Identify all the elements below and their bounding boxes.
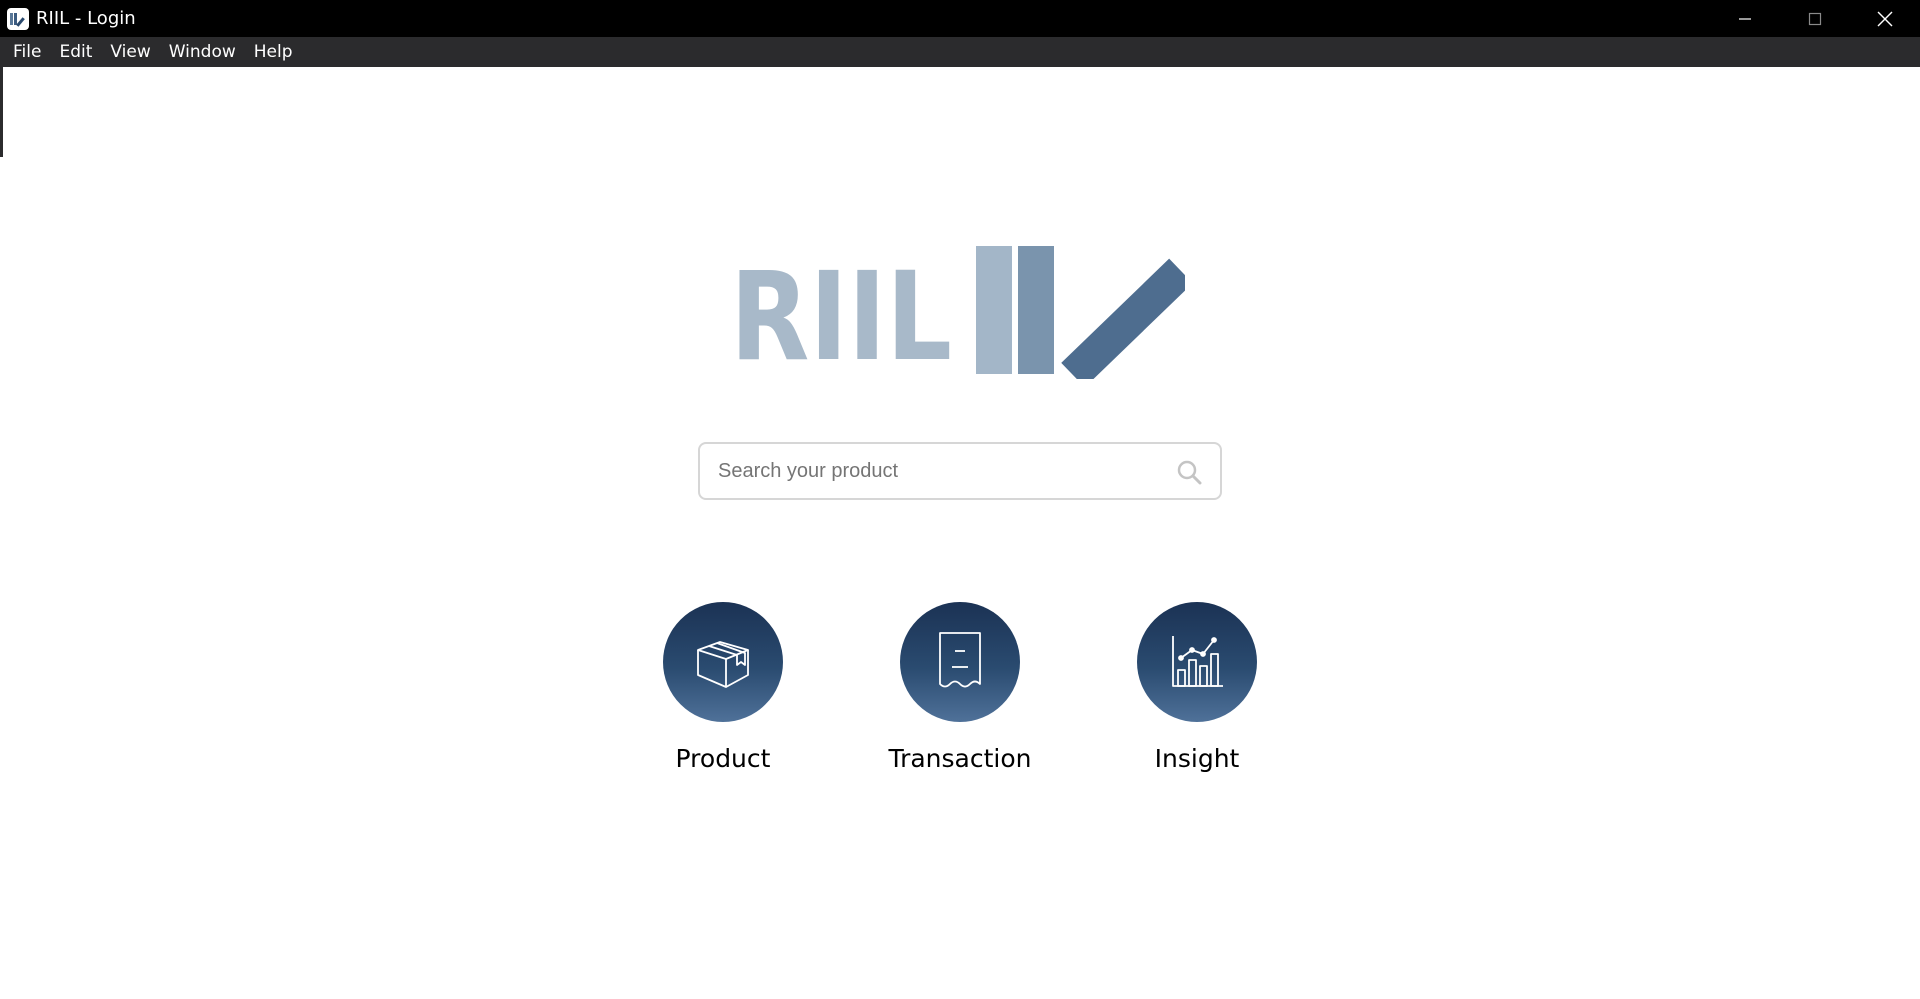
window-title: RIIL - Login (36, 8, 136, 29)
menu-window[interactable]: Window (160, 37, 245, 67)
title-bar: RIIL - Login (0, 0, 1920, 37)
box-icon (697, 641, 749, 688)
menu-view[interactable]: View (101, 37, 159, 67)
product-label: Product (675, 744, 771, 773)
search-box (698, 442, 1222, 500)
main-content (3, 67, 1917, 999)
close-icon (1877, 11, 1893, 26)
close-button[interactable] (1850, 0, 1920, 37)
maximize-icon (1808, 12, 1822, 25)
window-controls (1710, 0, 1920, 37)
menu-file[interactable]: File (4, 37, 50, 67)
menu-bar: File Edit View Window Help (0, 37, 1920, 67)
transaction-label: Transaction (888, 744, 1032, 773)
chart-icon (1172, 636, 1223, 687)
insight-label: Insight (1154, 744, 1240, 773)
product-button[interactable] (663, 602, 783, 722)
transaction-tile[interactable]: Transaction (870, 602, 1050, 792)
logo-slash (1061, 258, 1185, 379)
search-icon[interactable] (1176, 459, 1202, 485)
app-window: RIIL - Login File Edit View Window Help … (0, 0, 1920, 999)
product-tile[interactable]: Product (633, 602, 813, 792)
maximize-button[interactable] (1780, 0, 1850, 37)
logo-bar-light (976, 246, 1012, 374)
transaction-button[interactable] (900, 602, 1020, 722)
logo-text: RIIL (730, 246, 952, 379)
riil-logo: RIIL (730, 246, 1185, 379)
receipt-icon (939, 632, 981, 688)
minimize-button[interactable] (1710, 0, 1780, 37)
insight-tile[interactable]: Insight (1107, 602, 1287, 792)
menu-edit[interactable]: Edit (50, 37, 101, 67)
menu-help[interactable]: Help (245, 37, 302, 67)
app-logo-icon (7, 7, 29, 30)
minimize-icon (1739, 17, 1751, 20)
insight-button[interactable] (1137, 602, 1257, 722)
logo-bar-mid (1018, 246, 1054, 374)
search-input[interactable] (716, 458, 1160, 484)
